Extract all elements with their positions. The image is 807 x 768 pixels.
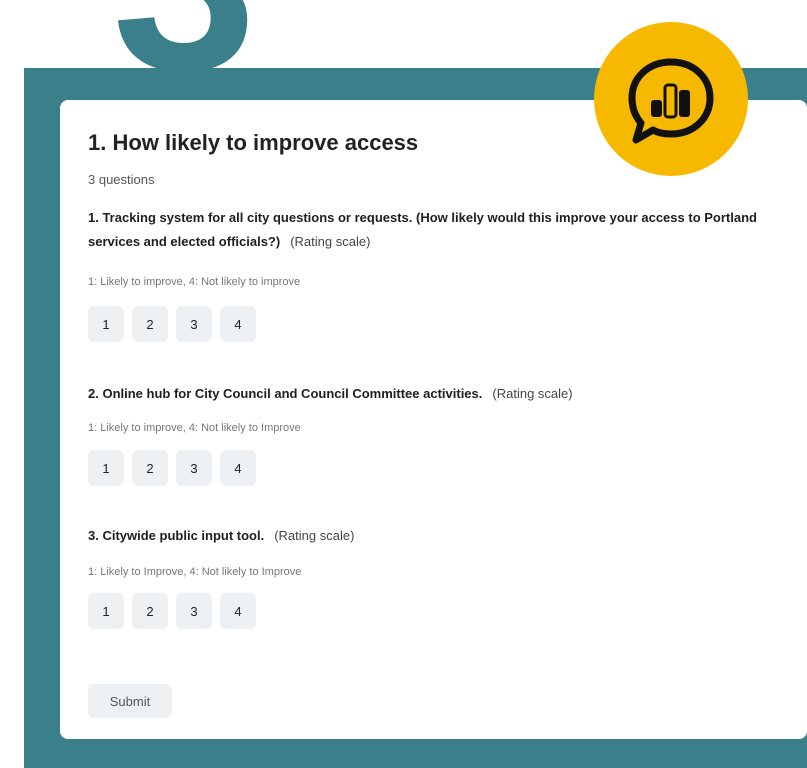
question-1-rating: 1 2 3 4 bbox=[88, 306, 256, 342]
question-1-scale: 1: Likely to improve, 4: Not likely to i… bbox=[88, 276, 301, 288]
poll-badge bbox=[594, 22, 748, 176]
submit-button[interactable]: Submit bbox=[88, 684, 172, 718]
question-2: 2. Online hub for City Council and Counc… bbox=[88, 382, 778, 406]
question-1: 1. Tracking system for all city question… bbox=[88, 206, 778, 254]
question-3-rating: 1 2 3 4 bbox=[88, 593, 256, 629]
question-2-scale: 1: Likely to improve, 4: Not likely to I… bbox=[88, 422, 301, 434]
rating-option-2[interactable]: 2 bbox=[132, 306, 168, 342]
question-1-text: 1. Tracking system for all city question… bbox=[88, 210, 757, 249]
question-3-text: 3. Citywide public input tool. bbox=[88, 528, 265, 543]
rating-option-3[interactable]: 3 bbox=[176, 450, 212, 486]
rating-option-2[interactable]: 2 bbox=[132, 593, 168, 629]
question-3-scale: 1: Likely to Improve, 4: Not likely to I… bbox=[88, 566, 302, 578]
rating-option-1[interactable]: 1 bbox=[88, 593, 124, 629]
rating-option-4[interactable]: 4 bbox=[220, 306, 256, 342]
survey-card: 1. How likely to improve access 3 questi… bbox=[60, 100, 807, 739]
rating-option-4[interactable]: 4 bbox=[220, 593, 256, 629]
rating-option-3[interactable]: 3 bbox=[176, 306, 212, 342]
question-2-rating: 1 2 3 4 bbox=[88, 450, 256, 486]
rating-option-2[interactable]: 2 bbox=[132, 450, 168, 486]
rating-option-4[interactable]: 4 bbox=[220, 450, 256, 486]
survey-title: 1. How likely to improve access bbox=[88, 130, 419, 155]
rating-option-1[interactable]: 1 bbox=[88, 306, 124, 342]
rating-option-3[interactable]: 3 bbox=[176, 593, 212, 629]
question-2-type: (Rating scale) bbox=[492, 386, 573, 401]
question-3-type: (Rating scale) bbox=[274, 528, 355, 543]
rating-option-1[interactable]: 1 bbox=[88, 450, 124, 486]
question-3: 3. Citywide public input tool. (Rating sc… bbox=[88, 524, 778, 548]
poll-speech-bubble-icon bbox=[628, 58, 714, 144]
question-1-type: (Rating scale) bbox=[290, 234, 371, 249]
question-2-text: 2. Online hub for City Council and Counc… bbox=[88, 386, 483, 401]
question-count: 3 questions bbox=[88, 172, 155, 187]
